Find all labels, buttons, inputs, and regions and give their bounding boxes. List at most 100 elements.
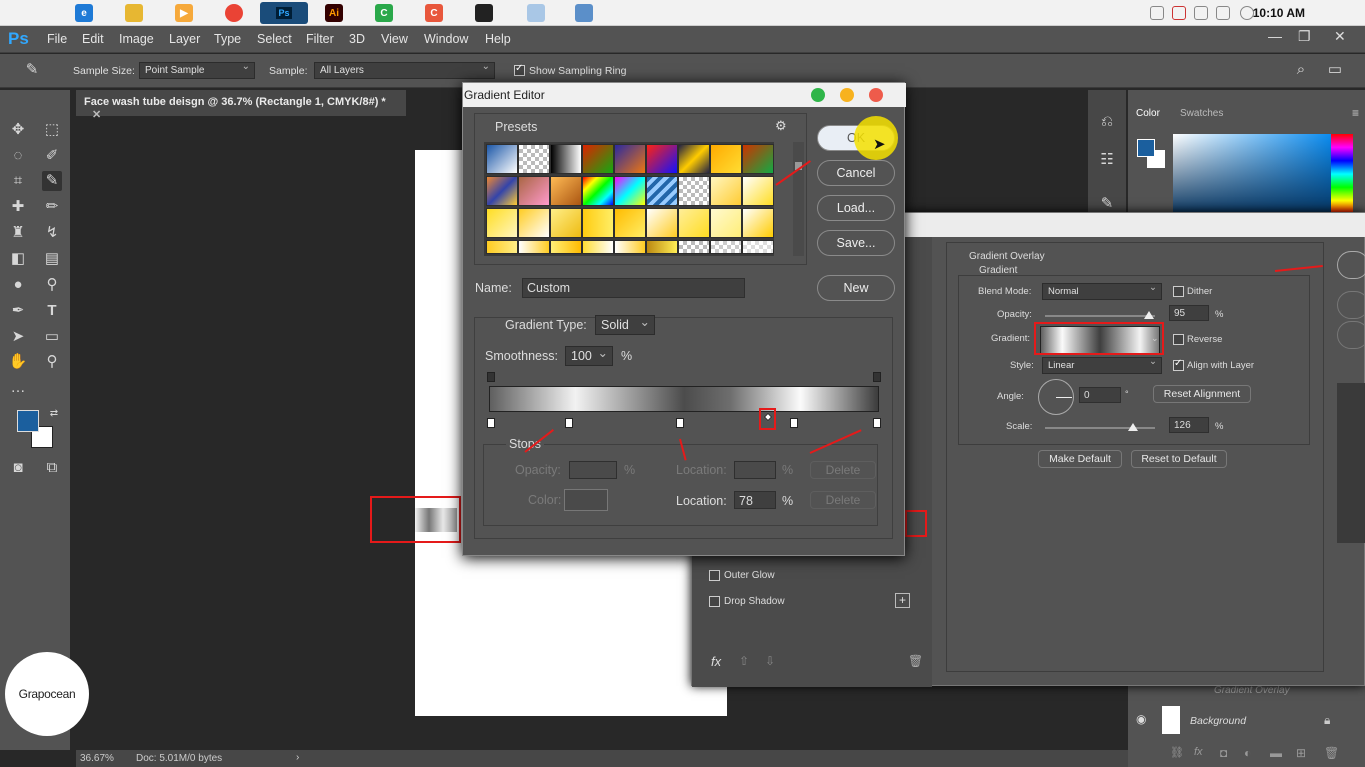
eyedropper-icon[interactable]: ✎ xyxy=(22,60,42,80)
brushes-panel-icon[interactable]: ✎ xyxy=(1097,194,1117,214)
zoom-level[interactable]: 36.67% xyxy=(80,753,114,764)
photoshop-taskbar-icon[interactable]: Ps xyxy=(260,2,308,24)
preset-swatch[interactable] xyxy=(710,144,742,174)
preset-swatch[interactable] xyxy=(614,240,646,254)
app-dark-icon[interactable] xyxy=(475,4,493,22)
menu-edit[interactable]: Edit xyxy=(82,32,104,46)
name-field[interactable]: Custom xyxy=(522,278,745,298)
preset-swatch[interactable] xyxy=(742,144,774,174)
move-down-icon[interactable]: ⇩ xyxy=(765,654,775,668)
opacity-slider-thumb[interactable] xyxy=(1144,311,1154,319)
chrome-icon[interactable] xyxy=(225,4,243,22)
visibility-eye-icon[interactable]: ◉ xyxy=(1136,712,1146,726)
hand-tool-icon[interactable]: ✋ xyxy=(8,352,28,372)
menu-filter[interactable]: Filter xyxy=(306,32,334,46)
mask-icon[interactable]: ◘ xyxy=(1220,746,1227,760)
crop-tool-icon[interactable]: ⌗ xyxy=(8,171,28,191)
history-panel-icon[interactable]: ⎌ xyxy=(1097,112,1117,132)
gradient-tool-icon[interactable]: ▤ xyxy=(42,249,62,269)
load-button[interactable]: Load... xyxy=(817,195,895,221)
style-select[interactable]: Linear xyxy=(1042,356,1162,374)
app-icon[interactable]: C xyxy=(425,4,443,22)
preset-swatch[interactable] xyxy=(486,144,518,174)
menu-layer[interactable]: Layer xyxy=(169,32,200,46)
save-button[interactable]: Save... xyxy=(817,230,895,256)
close-tab-icon[interactable]: ✕ xyxy=(92,109,101,121)
scale-field[interactable]: 126 xyxy=(1169,417,1209,433)
preset-swatch[interactable] xyxy=(550,176,582,206)
camtasia-icon[interactable]: C xyxy=(375,4,393,22)
scale-slider-thumb[interactable] xyxy=(1128,423,1138,431)
media-player-icon[interactable]: ▶ xyxy=(175,4,193,22)
angle-dial[interactable] xyxy=(1038,379,1074,415)
preset-swatch[interactable] xyxy=(646,176,678,206)
opacity-stop-left[interactable] xyxy=(487,372,495,382)
maximize-icon[interactable] xyxy=(811,88,825,102)
history-brush-icon[interactable]: ↯ xyxy=(42,223,62,243)
drop-shadow-checkbox[interactable] xyxy=(709,596,720,607)
delete-style-icon[interactable]: 🗑︎ xyxy=(908,654,923,668)
ok-button-edge[interactable] xyxy=(1337,251,1365,279)
menu-image[interactable]: Image xyxy=(119,32,154,46)
zoom-tool-icon[interactable]: ⚲ xyxy=(42,352,62,372)
dither-checkbox[interactable] xyxy=(1173,286,1184,297)
properties-panel-icon[interactable]: ☷ xyxy=(1097,150,1117,170)
network-icon[interactable] xyxy=(575,4,593,22)
tray-icon-1[interactable] xyxy=(1150,6,1164,20)
gradient-type-select[interactable]: Solid xyxy=(595,314,655,335)
preset-swatch[interactable] xyxy=(518,176,550,206)
outer-glow-label[interactable]: Outer Glow xyxy=(724,570,775,581)
preset-swatch[interactable] xyxy=(678,240,710,254)
fx-icon[interactable]: fx xyxy=(1194,746,1203,758)
preset-swatch[interactable] xyxy=(518,240,550,254)
preset-swatch[interactable] xyxy=(646,144,678,174)
blend-mode-select[interactable]: Normal xyxy=(1042,282,1162,300)
scale-slider[interactable] xyxy=(1045,427,1155,429)
menu-3d[interactable]: 3D xyxy=(349,32,365,46)
opacity-slider[interactable] xyxy=(1045,315,1155,317)
preset-swatch[interactable] xyxy=(678,208,710,238)
angle-field[interactable]: 0 xyxy=(1079,387,1121,403)
outer-glow-checkbox[interactable] xyxy=(709,570,720,581)
swap-colors-icon[interactable]: ⇄ xyxy=(44,404,64,424)
ie-icon[interactable]: e xyxy=(75,4,93,22)
path-select-icon[interactable]: ➤ xyxy=(8,327,28,347)
stop-color-swatch[interactable] xyxy=(564,489,608,511)
preset-swatch[interactable] xyxy=(646,240,678,254)
sample-size-select[interactable]: Point Sample xyxy=(139,61,255,79)
tray-icon-3[interactable] xyxy=(1194,6,1208,20)
menu-window[interactable]: Window xyxy=(424,32,468,46)
color-picker-field[interactable] xyxy=(1173,134,1331,214)
preset-swatch[interactable] xyxy=(550,208,582,238)
preset-swatch[interactable] xyxy=(710,208,742,238)
preset-swatch[interactable] xyxy=(582,176,614,206)
preset-swatch[interactable] xyxy=(582,240,614,254)
close-icon[interactable] xyxy=(869,88,883,102)
fx-menu-icon[interactable]: fx xyxy=(711,654,721,669)
illustrator-icon[interactable]: Ai xyxy=(325,4,343,22)
eraser-tool-icon[interactable]: ◧ xyxy=(8,249,28,269)
opacity-stop-right[interactable] xyxy=(873,372,881,382)
color-stop[interactable] xyxy=(487,418,495,428)
tab-swatches[interactable]: Swatches xyxy=(1180,108,1223,119)
add-style-icon[interactable]: + xyxy=(895,593,910,608)
reset-default-button[interactable]: Reset to Default xyxy=(1131,450,1227,468)
move-up-icon[interactable]: ⇧ xyxy=(739,654,749,668)
stamp-tool-icon[interactable]: ♜ xyxy=(8,223,28,243)
preset-swatch[interactable] xyxy=(518,144,550,174)
preset-swatch[interactable] xyxy=(582,144,614,174)
color-stop[interactable] xyxy=(790,418,798,428)
preset-swatch[interactable] xyxy=(550,144,582,174)
preset-swatch[interactable] xyxy=(646,208,678,238)
preset-swatch[interactable] xyxy=(486,176,518,206)
quick-select-icon[interactable]: ✐ xyxy=(42,146,62,166)
cancel-button[interactable]: Cancel xyxy=(817,160,895,186)
cancel-button-edge[interactable] xyxy=(1337,291,1365,319)
sample-select[interactable]: All Layers xyxy=(314,61,495,79)
restore-icon[interactable]: ❐ xyxy=(1298,28,1311,45)
adjustment-icon[interactable]: ◐ xyxy=(1244,746,1251,760)
preset-swatch[interactable] xyxy=(678,176,710,206)
preset-swatch[interactable] xyxy=(742,176,774,206)
link-layers-icon[interactable]: ⛓ xyxy=(1170,746,1184,759)
pen-tool-icon[interactable]: ✒ xyxy=(8,301,28,321)
